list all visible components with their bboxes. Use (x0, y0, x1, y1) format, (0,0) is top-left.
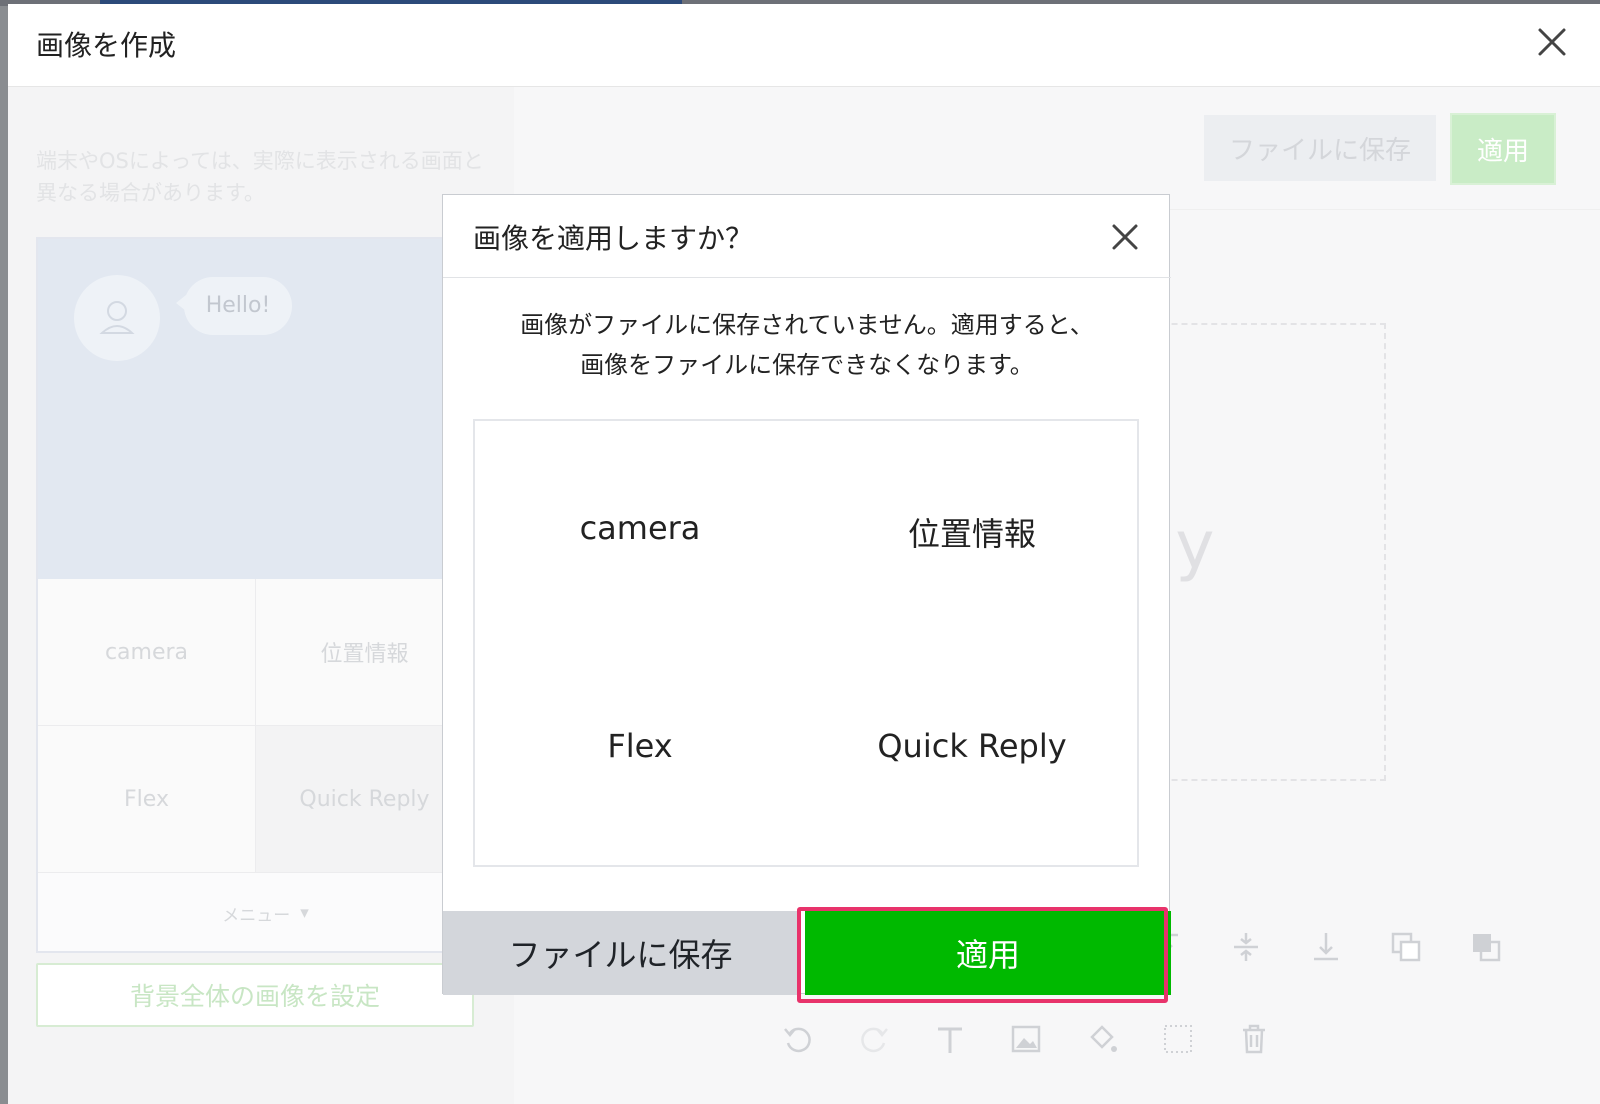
undo-icon[interactable] (776, 1017, 820, 1061)
close-icon[interactable] (1534, 24, 1570, 60)
dialog-apply-button[interactable]: 適用 (805, 911, 1171, 995)
close-icon[interactable] (1109, 221, 1141, 253)
dialog-message: 画像がファイルに保存されていません。適用すると、 画像をファイルに保存できなくな… (443, 305, 1171, 385)
redo-icon[interactable] (852, 1017, 896, 1061)
trash-icon[interactable] (1232, 1017, 1276, 1061)
menu-label: メニュー (222, 905, 291, 926)
preview-panel: 端末やOSによっては、実際に表示される画面と異なる場合があります。 Hello!… (8, 87, 514, 1104)
preview-label-quick-reply: Quick Reply (877, 727, 1067, 765)
chat-area: Hello! (38, 239, 493, 579)
dialog-title: 画像を適用しますか？ (473, 222, 754, 255)
apply-confirm-dialog: 画像を適用しますか？ 画像がファイルに保存されていません。適用すると、 画像をフ… (442, 194, 1171, 995)
avatar (74, 275, 160, 361)
send-backward-icon[interactable] (1464, 925, 1508, 969)
chat-bubble: Hello! (184, 277, 292, 335)
dialog-message-line: 画像がファイルに保存されていません。適用すると、 (520, 311, 1094, 339)
caret-down-icon: ▾ (300, 903, 309, 923)
quick-reply-grid: camera 位置情報 Flex Quick Reply (38, 579, 493, 875)
set-background-image-button[interactable]: 背景全体の画像を設定 (36, 963, 474, 1027)
align-middle-icon[interactable] (1224, 925, 1268, 969)
dialog-message-line: 画像をファイルに保存できなくなります。 (580, 351, 1034, 379)
chat-preview: Hello! camera 位置情報 Flex Quick Reply メニュー… (36, 237, 495, 953)
dialog-header: 画像を適用しますか？ (443, 195, 1171, 278)
edit-toolbar (776, 1007, 1316, 1071)
dialog-save-to-file-button[interactable]: ファイルに保存 (443, 911, 798, 995)
fill-bucket-icon[interactable] (1080, 1017, 1124, 1061)
preview-label-location: 位置情報 (907, 515, 1036, 553)
menu-bar[interactable]: メニュー ▾ (38, 875, 493, 951)
grid-cell-camera: camera (38, 579, 256, 726)
save-to-file-button[interactable]: ファイルに保存 (1204, 115, 1436, 181)
image-icon[interactable] (1004, 1017, 1048, 1061)
grid-cell-flex: Flex (38, 726, 256, 873)
apply-button[interactable]: 適用 (1450, 113, 1556, 185)
device-notice: 端末やOSによっては、実際に表示される画面と異なる場合があります。 (36, 149, 484, 205)
window-header: 画像を作成 (8, 4, 1600, 87)
align-bottom-icon[interactable] (1304, 925, 1348, 969)
image-preview: camera 位置情報 Flex Quick Reply (473, 419, 1139, 867)
grid-icon[interactable] (1156, 1017, 1200, 1061)
window-title: 画像を作成 (36, 29, 177, 62)
layer-toolbar (1144, 917, 1524, 977)
preview-label-flex: Flex (607, 727, 673, 765)
preview-label-camera: camera (579, 509, 701, 547)
text-icon[interactable] (928, 1017, 972, 1061)
bring-forward-icon[interactable] (1384, 925, 1428, 969)
dialog-footer: ファイルに保存 適用 (443, 911, 1171, 995)
